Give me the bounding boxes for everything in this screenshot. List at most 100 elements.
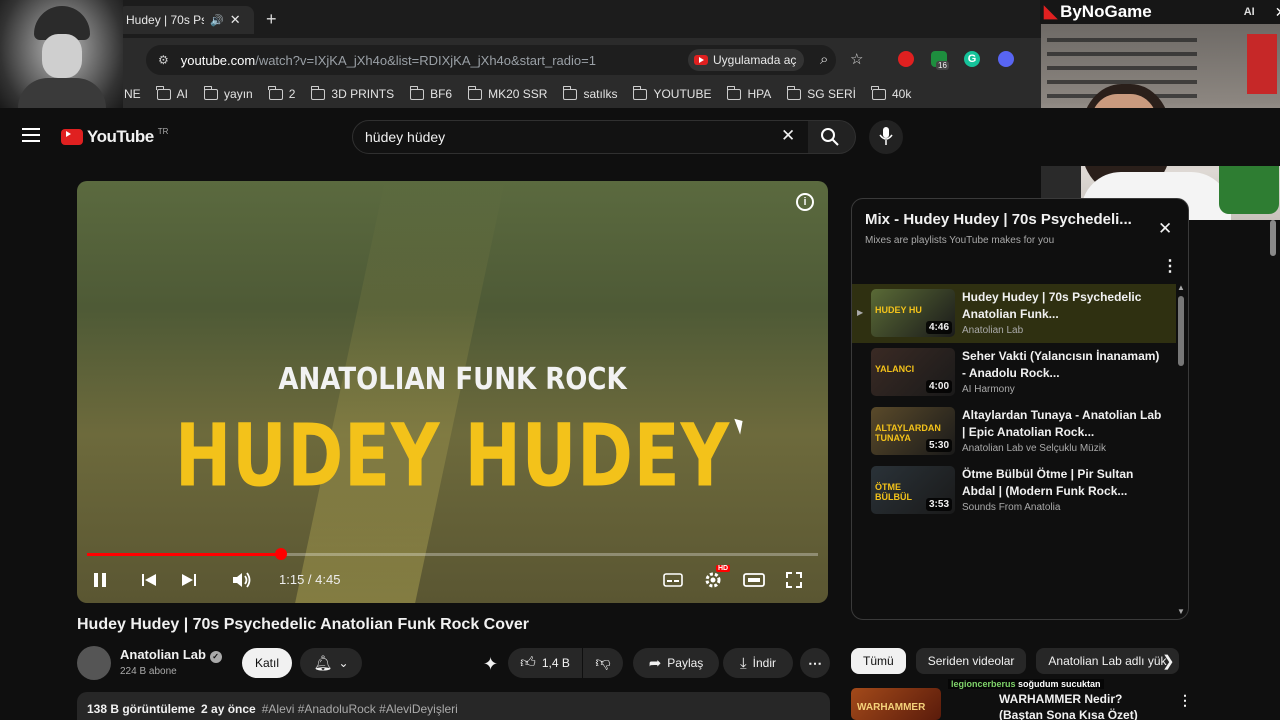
bookmark-item[interactable]: 3D PRINTS xyxy=(310,85,395,101)
scroll-up-icon[interactable]: ▲ xyxy=(1177,283,1185,292)
more-horizontal-icon: ⋯ xyxy=(808,654,822,671)
overlay-close-icon[interactable]: ✕ xyxy=(1275,4,1280,21)
join-button[interactable]: Katıl xyxy=(242,648,292,678)
filter-chip[interactable]: Tümü xyxy=(851,648,906,674)
bookmark-item[interactable]: YOUTUBE xyxy=(632,85,711,101)
search-input[interactable]: hüdey hüdey xyxy=(352,120,812,154)
recommendation-thumbnail[interactable]: WARHAMMER xyxy=(851,688,941,720)
mix-item[interactable]: ALTAYLARDAN TUNAYA 5:30 Altaylardan Tunaya… xyxy=(852,402,1176,461)
hashtags[interactable]: #Alevi #AnadoluRock #AleviDeyişleri xyxy=(262,702,458,716)
mix-item-thumbnail: YALANCI 4:00 xyxy=(871,348,955,396)
now-playing-icon: ▶ xyxy=(857,308,864,317)
mix-menu-icon[interactable]: ⋮ xyxy=(1162,256,1178,276)
mix-item-duration: 4:46 xyxy=(925,321,952,334)
previous-button[interactable] xyxy=(141,569,157,591)
share-button[interactable]: ➦ Paylaş xyxy=(633,648,719,678)
voice-search-button[interactable] xyxy=(869,120,903,154)
extension-badge: 16 xyxy=(936,61,949,70)
bookmark-item[interactable]: SG SERİ xyxy=(786,85,856,101)
channel-name-text: Anatolian Lab xyxy=(120,647,206,662)
like-button[interactable]: 👍︎ 1,4 B xyxy=(508,648,582,678)
hd-badge: HD xyxy=(716,565,731,572)
channel-name[interactable]: Anatolian Lab ✓ xyxy=(120,647,222,663)
recommendation-title[interactable]: WARHAMMER Nedir? (Baştan Sona Kısa Özet) xyxy=(999,691,1169,720)
filter-chip[interactable]: Anatolian Lab adlı yük xyxy=(1036,648,1179,674)
thumbnail-text: YALANCI xyxy=(875,364,915,374)
mix-title[interactable]: Mix - Hudey Hudey | 70s Psychedeli... xyxy=(865,211,1145,228)
hype-icon[interactable]: ✦ xyxy=(483,654,498,675)
filter-chip[interactable]: Seriden videolar xyxy=(915,648,1027,674)
join-label: Katıl xyxy=(254,656,279,670)
brand-name: ByNoGame xyxy=(1060,2,1152,21)
bookmark-label: MK20 SSR xyxy=(488,87,548,101)
description-box[interactable]: 138 B görüntüleme 2 ay önce #Alevi #Anadol… xyxy=(77,692,830,720)
mix-item[interactable]: YALANCI 4:00 Seher Vakti (Yalancısın İnana… xyxy=(852,343,1176,402)
discord-icon[interactable] xyxy=(998,51,1014,67)
thumbs-down-icon: 👎︎ xyxy=(595,654,611,671)
subtitles-icon[interactable] xyxy=(663,569,683,591)
page-scrollbar[interactable] xyxy=(1270,220,1276,256)
bookmark-item[interactable]: HPA xyxy=(726,85,771,101)
youtube-app-icon xyxy=(694,55,708,65)
bookmark-item[interactable]: NE xyxy=(124,87,141,101)
youtube-logo[interactable]: YouTube TR xyxy=(61,127,168,147)
chips-next-icon[interactable]: ❯ xyxy=(1162,652,1175,670)
search-value: hüdey hüdey xyxy=(365,129,446,145)
close-mix-icon[interactable]: ✕ xyxy=(1158,219,1172,239)
youtube-logo-icon xyxy=(61,129,83,145)
mix-item-duration: 3:53 xyxy=(925,498,952,511)
clear-search-icon[interactable]: ✕ xyxy=(781,126,795,146)
video-title: Hudey Hudey | 70s Psychedelic Anatolian … xyxy=(77,616,530,633)
recommendation-menu-icon[interactable]: ⋮ xyxy=(1178,692,1192,709)
mix-scrollbar[interactable] xyxy=(1178,296,1184,366)
folder-icon xyxy=(786,85,802,100)
site-info-icon[interactable]: ⚙ xyxy=(158,53,169,67)
brand-logo-icon: ◣ xyxy=(1044,2,1058,21)
recommendation-thumb-text: WARHAMMER xyxy=(857,702,926,713)
share-label: Paylaş xyxy=(667,656,704,670)
search-button[interactable] xyxy=(808,120,856,154)
progress-bar[interactable] xyxy=(87,548,818,560)
open-in-app-button[interactable]: Uygulamada aç xyxy=(688,49,804,71)
notification-bell-button[interactable]: 🔔︎ ⌄ xyxy=(300,648,362,678)
mix-item-thumbnail: ALTAYLARDAN TUNAYA 5:30 xyxy=(871,407,955,455)
subscriber-count: 224 B abone xyxy=(120,666,177,677)
bookmark-item[interactable]: 40k xyxy=(871,85,911,101)
settings-gear-icon[interactable]: HD xyxy=(703,565,731,591)
mix-item[interactable]: ▶ HUDEY HU 4:46 Hudey Hudey | 70s Psychedel… xyxy=(852,284,1176,343)
extension-red-icon[interactable] xyxy=(898,51,914,67)
bookmark-item[interactable]: yayın xyxy=(203,85,253,101)
fullscreen-icon[interactable] xyxy=(785,569,803,591)
bookmark-label: 3D PRINTS xyxy=(331,87,395,101)
browser-tab[interactable]: Hudey | 70s Psy 🔊 ✕ xyxy=(118,6,254,34)
bookmark-item[interactable]: AI xyxy=(156,85,188,101)
pause-button[interactable] xyxy=(93,569,107,591)
upload-age: 2 ay önce xyxy=(201,702,256,716)
bookmark-item[interactable]: satılks xyxy=(562,85,617,101)
new-tab-icon[interactable]: + xyxy=(266,9,277,30)
grammarly-icon[interactable]: G xyxy=(964,51,980,67)
time-display: 1:15 / 4:45 xyxy=(279,572,341,587)
bookmark-item[interactable]: BF6 xyxy=(409,85,452,101)
mix-item[interactable]: ÖTME BÜLBÜL 3:53 Ötme Bülbül Ötme | Pir Su… xyxy=(852,461,1176,519)
menu-icon[interactable] xyxy=(22,128,40,142)
dislike-button[interactable]: 👎︎ xyxy=(583,648,623,678)
channel-avatar[interactable] xyxy=(77,646,111,680)
volume-icon[interactable] xyxy=(231,569,253,591)
next-button[interactable] xyxy=(181,569,197,591)
zoom-icon[interactable]: ⌕ xyxy=(820,51,828,68)
bookmark-item[interactable]: MK20 SSR xyxy=(467,85,548,101)
more-actions-button[interactable]: ⋯ xyxy=(800,648,830,678)
video-info-icon[interactable]: i xyxy=(796,193,814,211)
speaker-icon[interactable]: 🔊 xyxy=(210,14,224,27)
theater-mode-icon[interactable] xyxy=(743,569,765,591)
bookmark-item[interactable]: 2 xyxy=(268,85,295,101)
mix-item-channel: Anatolian Lab xyxy=(962,325,1024,336)
bookmark-star-icon[interactable]: ☆ xyxy=(850,50,863,68)
progress-scrubber[interactable] xyxy=(274,548,287,560)
mix-item-channel: Anatolian Lab ve Selçuklu Müzik xyxy=(962,443,1106,454)
tab-close-icon[interactable]: ✕ xyxy=(230,12,241,28)
download-button[interactable]: ⤓ İndir xyxy=(723,648,793,678)
mix-subtitle: Mixes are playlists YouTube makes for yo… xyxy=(865,235,1055,246)
scroll-down-icon[interactable]: ▼ xyxy=(1177,607,1185,616)
